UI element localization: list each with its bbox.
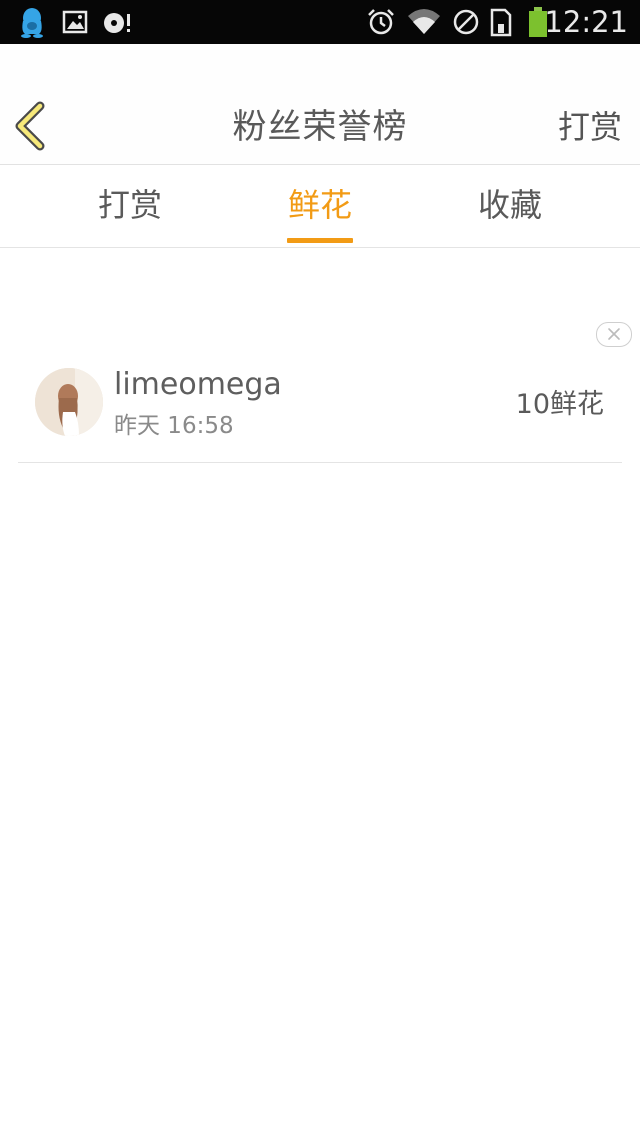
- status-time: 12:21: [544, 5, 628, 39]
- tab-label: 收藏: [477, 186, 542, 224]
- close-button[interactable]: [596, 322, 632, 347]
- tab-favorites[interactable]: 收藏: [415, 165, 605, 247]
- list-item[interactable]: limeomega 昨天 16:58 10鲜花: [18, 352, 622, 463]
- close-icon: [608, 328, 620, 340]
- tab-underline: [287, 238, 353, 243]
- alarm-icon: [368, 9, 394, 35]
- tab-bar: 打赏 鲜花 收藏: [0, 165, 640, 248]
- tab-reward[interactable]: 打赏: [35, 165, 225, 247]
- wifi-icon: [408, 9, 440, 34]
- image-icon: [62, 10, 88, 34]
- qq-icon: [21, 8, 43, 38]
- tab-label: 鲜花: [287, 186, 352, 224]
- reward-action-button[interactable]: 打赏: [558, 100, 622, 154]
- flower-count: 10鲜花: [515, 389, 604, 420]
- page-title: 粉丝荣誉榜: [232, 107, 408, 147]
- no-sim-icon: [453, 9, 479, 35]
- tab-label: 打赏: [97, 186, 162, 224]
- music-sync-icon: [104, 13, 130, 33]
- timestamp: 昨天 16:58: [114, 413, 234, 439]
- avatar: [35, 368, 103, 436]
- status-bar: 12:21: [0, 0, 640, 44]
- sd-card-icon: [490, 8, 512, 37]
- username: limeomega: [114, 367, 282, 402]
- tab-flowers[interactable]: 鲜花: [225, 165, 415, 247]
- header-bar: 粉丝荣誉榜 打赏: [0, 44, 640, 165]
